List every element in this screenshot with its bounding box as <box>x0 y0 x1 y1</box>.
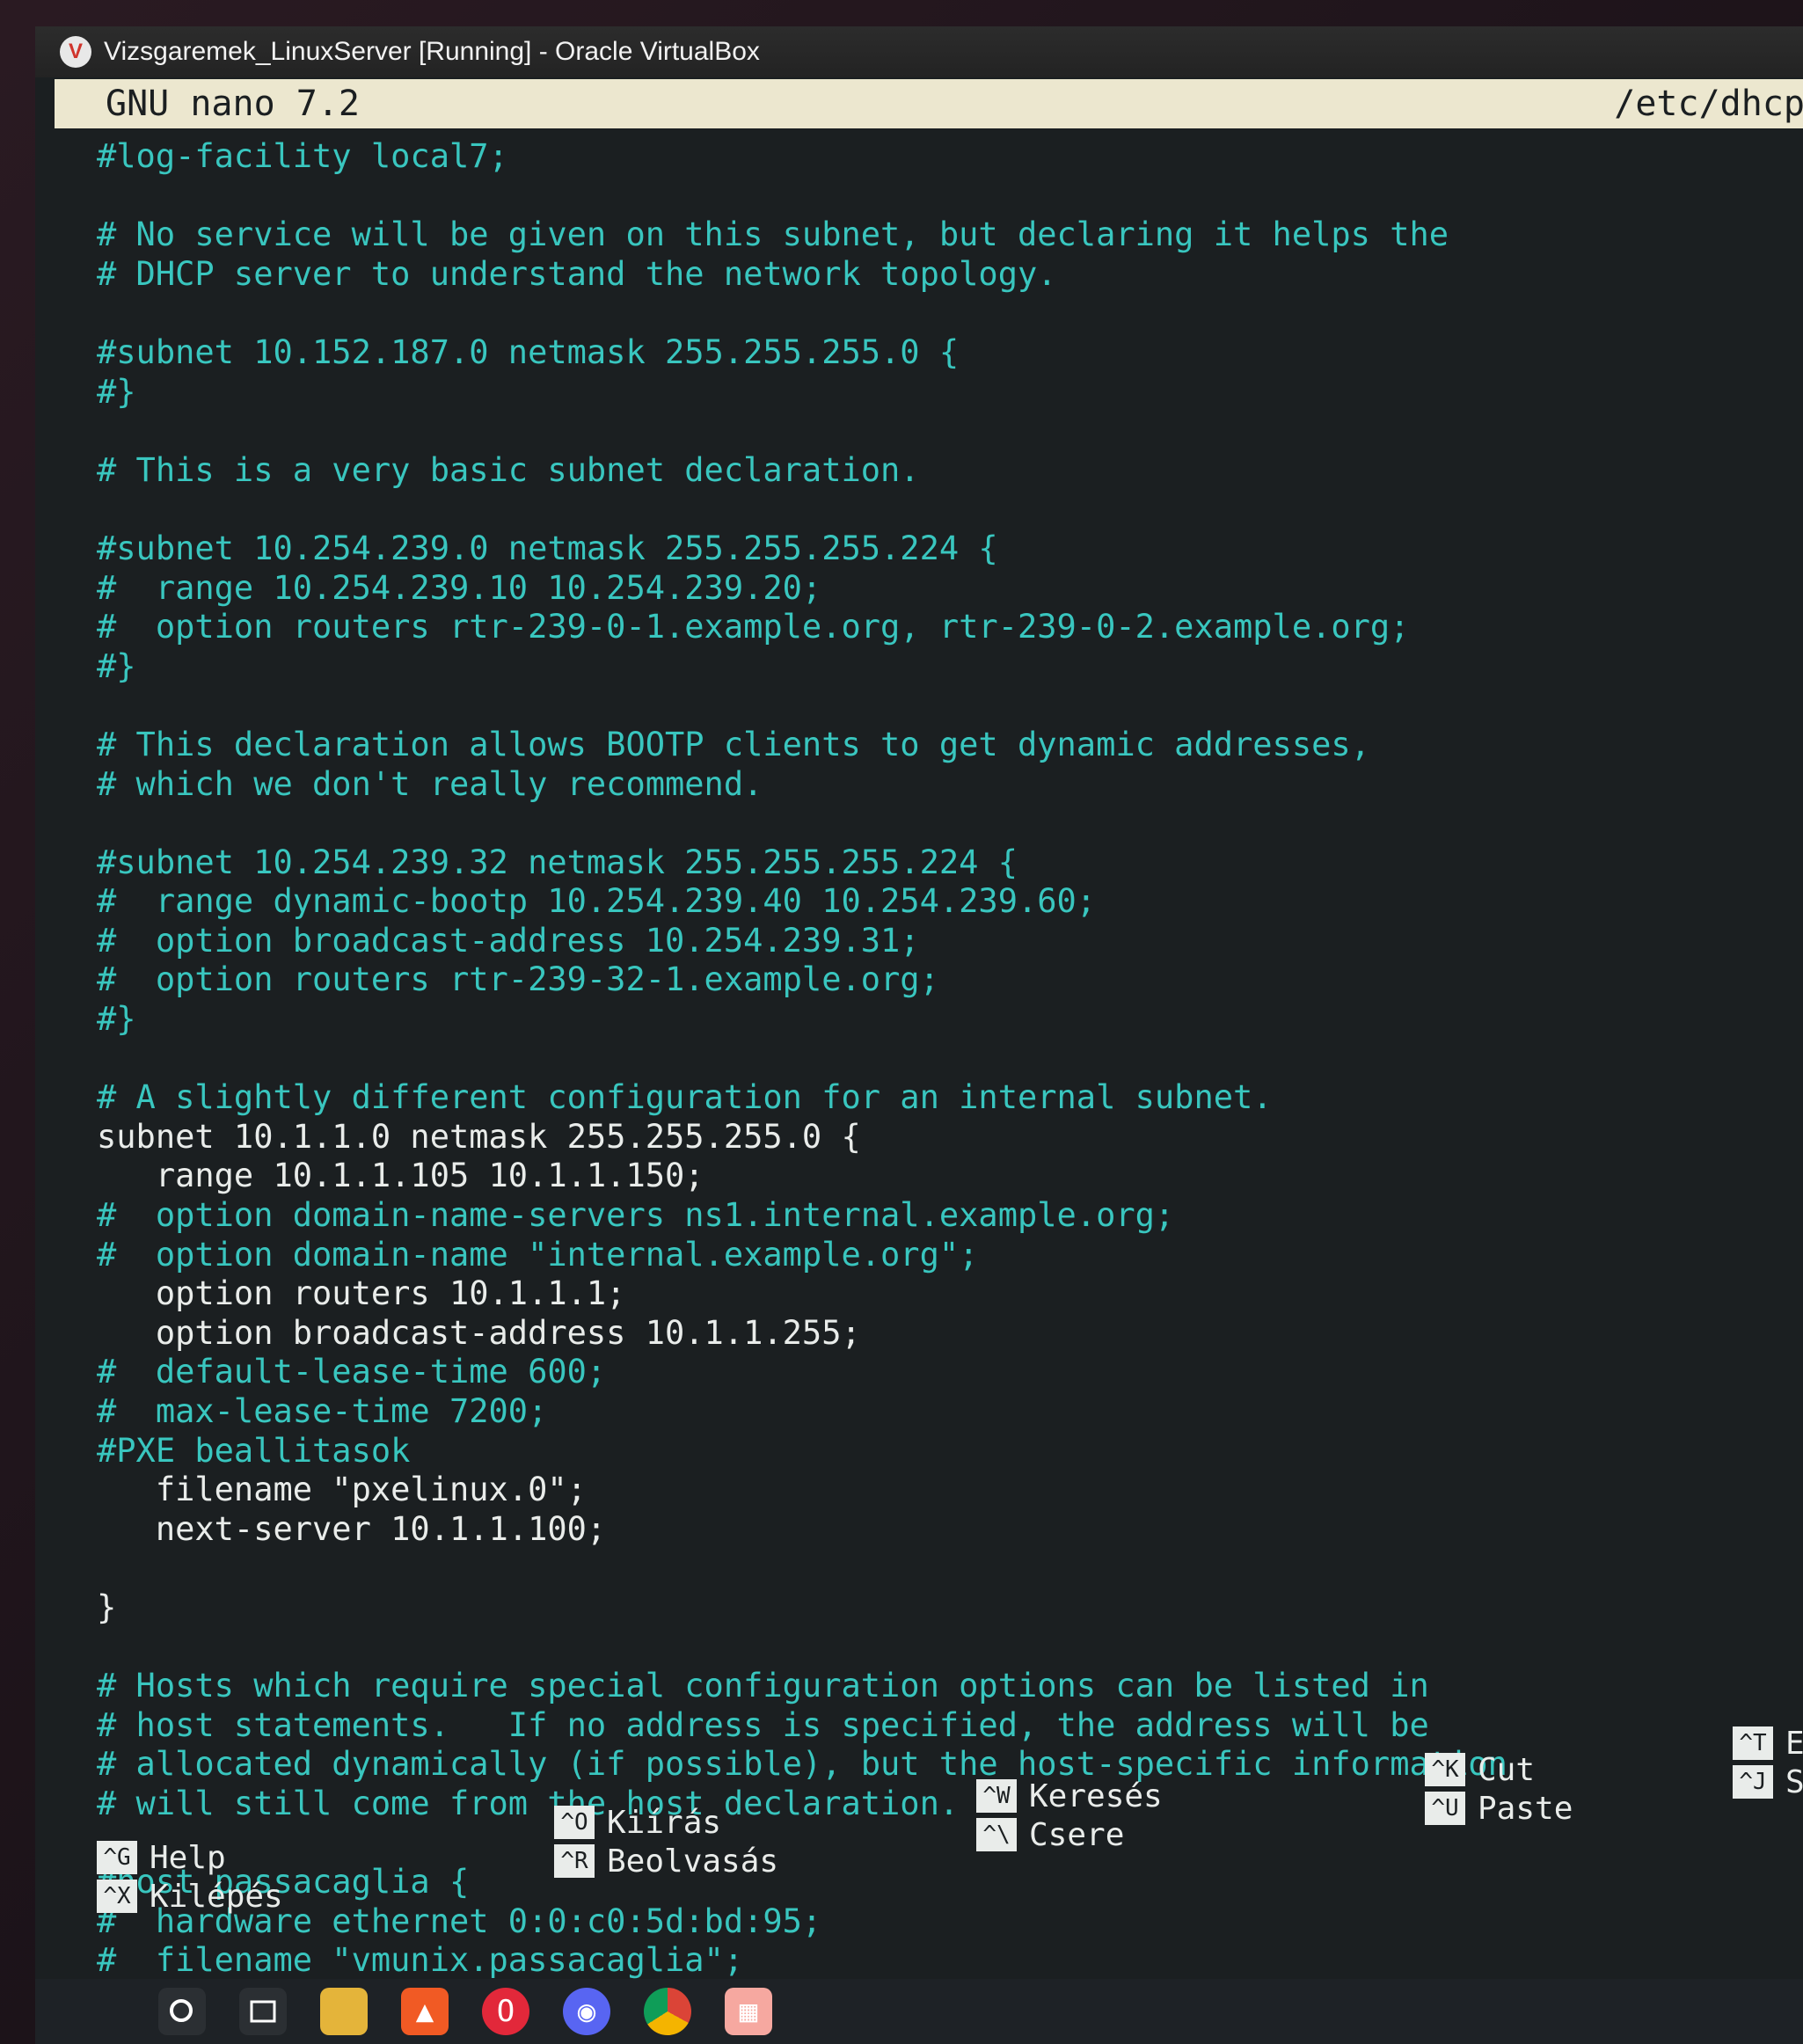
opera-icon[interactable]: O <box>482 1988 529 2035</box>
editor-line: # option routers rtr-239-0-1.example.org… <box>97 608 1410 646</box>
file-path: /etc/dhcp <box>1614 84 1803 124</box>
editor-line: # No service will be given on this subne… <box>97 215 1449 254</box>
shortcut-label: Kiírás <box>607 1804 722 1841</box>
shortcut-key: ^R <box>554 1844 595 1878</box>
shortcut-bar: ^G Help ^X Kilépés ^O Kiírás ^R Beolvasás ^W Kere… <box>97 1726 1803 1926</box>
editor-line: # option domain-name-servers ns1.interna… <box>97 1196 1175 1235</box>
discord-icon[interactable]: ◉ <box>563 1988 610 2035</box>
editor-line: } <box>97 1588 117 1626</box>
editor-line: # option routers rtr-239-32-1.example.or… <box>97 960 939 999</box>
shortcut-read-file[interactable]: ^R Beolvasás <box>554 1842 778 1880</box>
shortcut-label: Keresés <box>1029 1778 1163 1814</box>
shortcut-key: ^U <box>1425 1792 1465 1825</box>
editor-line: # Hosts which require special configurat… <box>97 1667 1429 1705</box>
shortcut-paste[interactable]: ^U Paste <box>1425 1789 1573 1828</box>
shortcut-execute[interactable]: ^T Execute <box>1733 1724 1803 1763</box>
editor-line: # host statements. If no address is spec… <box>97 1705 1429 1744</box>
shortcut-label: Beolvasás <box>607 1843 779 1880</box>
brave-icon[interactable]: ▲ <box>401 1988 449 2035</box>
editor-line: # which we don't really recommend. <box>97 764 763 803</box>
editor-line: # This is a very basic subnet declaratio… <box>97 450 920 489</box>
task-view-icon[interactable] <box>239 1988 287 2035</box>
shortcut-justify[interactable]: ^J Sorkizárás <box>1733 1763 1803 1801</box>
editor-line: # default-lease-time 600; <box>97 1353 607 1391</box>
editor-line: # range 10.254.239.10 10.254.239.20; <box>97 568 822 607</box>
editor-line: # A slightly different configuration for… <box>97 1078 1273 1117</box>
shortcut-replace[interactable]: ^\ Csere <box>976 1815 1124 1854</box>
window-title: Vizsgaremek_LinuxServer [Running] - Orac… <box>104 37 760 66</box>
editor-line: #subnet 10.254.239.0 netmask 255.255.255… <box>97 529 998 567</box>
shortcut-where-is[interactable]: ^W Keresés <box>976 1777 1163 1815</box>
file-explorer-icon[interactable] <box>320 1988 368 2035</box>
editor-line: range 10.1.1.105 10.1.1.150; <box>97 1157 704 1195</box>
shortcut-key: ^J <box>1733 1765 1773 1799</box>
shortcut-key: ^T <box>1733 1726 1773 1760</box>
shortcut-label: Help <box>150 1839 226 1876</box>
search-icon[interactable] <box>158 1988 206 2035</box>
editor-text-area[interactable]: #log-facility local7; # No service will b… <box>97 137 1785 1981</box>
shortcut-write-out[interactable]: ^O Kiírás <box>554 1803 721 1842</box>
editor-line: filename "pxelinux.0"; <box>97 1471 587 1509</box>
editor-line: # range dynamic-bootp 10.254.239.40 10.2… <box>97 882 1097 921</box>
shortcut-help[interactable]: ^G Help <box>97 1838 226 1877</box>
virtualbox-icon: V <box>60 36 91 68</box>
nano-header-bar: GNU nano 7.2 /etc/dhcp <box>55 79 1803 128</box>
virtualbox-title-bar[interactable]: V Vizsgaremek_LinuxServer [Running] - Or… <box>35 26 1803 77</box>
editor-line: #} <box>97 1000 136 1039</box>
shortcut-label: Sorkizárás <box>1785 1763 1803 1800</box>
shortcut-label: Cut <box>1478 1751 1536 1788</box>
editor-line: #} <box>97 646 136 685</box>
shortcut-cut[interactable]: ^K Cut <box>1425 1750 1535 1789</box>
host-taskbar: ▲ O ◉ ▦ <box>35 1979 1803 2044</box>
shortcut-key: ^O <box>554 1806 595 1839</box>
editor-line: # DHCP server to understand the network … <box>97 254 1057 293</box>
shortcut-key: ^K <box>1425 1753 1465 1786</box>
monitor-bezel: V Vizsgaremek_LinuxServer [Running] - Or… <box>0 0 1803 2044</box>
editor-line: option broadcast-address 10.1.1.255; <box>97 1313 861 1352</box>
shortcut-label: Execute <box>1785 1725 1803 1762</box>
editor-line: # option domain-name "internal.example.o… <box>97 1235 979 1274</box>
editor-line: # filename "vmunix.passacaglia"; <box>97 1941 744 1980</box>
editor-line: #subnet 10.152.187.0 netmask 255.255.255… <box>97 332 960 371</box>
nano-version: GNU nano 7.2 <box>106 84 360 124</box>
editor-line: #} <box>97 372 136 411</box>
chrome-icon[interactable] <box>644 1988 691 2035</box>
editor-line: option routers 10.1.1.1; <box>97 1274 626 1313</box>
editor-line: #PXE beallitasok <box>97 1431 411 1470</box>
shortcut-key: ^W <box>976 1779 1017 1813</box>
shortcut-label: Paste <box>1478 1790 1573 1827</box>
shortcut-key: ^G <box>97 1841 137 1874</box>
editor-line: # This declaration allows BOOTP clients … <box>97 725 1370 763</box>
editor-line: subnet 10.1.1.0 netmask 255.255.255.0 { <box>97 1117 861 1156</box>
shortcut-key: ^X <box>97 1880 137 1913</box>
editor-line: # option broadcast-address 10.254.239.31… <box>97 921 920 960</box>
editor-line: next-server 10.1.1.100; <box>97 1509 607 1548</box>
virtualbox-taskbar-icon[interactable]: ▦ <box>725 1988 772 2035</box>
shortcut-label: Kilépés <box>150 1878 283 1915</box>
editor-line: #log-facility local7; <box>97 137 508 175</box>
vm-screen: V Vizsgaremek_LinuxServer [Running] - Or… <box>35 26 1803 2044</box>
editor-line: #subnet 10.254.239.32 netmask 255.255.25… <box>97 843 1018 881</box>
shortcut-key: ^\ <box>976 1818 1017 1851</box>
editor-line: # max-lease-time 7200; <box>97 1392 548 1430</box>
shortcut-exit[interactable]: ^X Kilépés <box>97 1877 283 1916</box>
shortcut-label: Csere <box>1029 1816 1125 1853</box>
